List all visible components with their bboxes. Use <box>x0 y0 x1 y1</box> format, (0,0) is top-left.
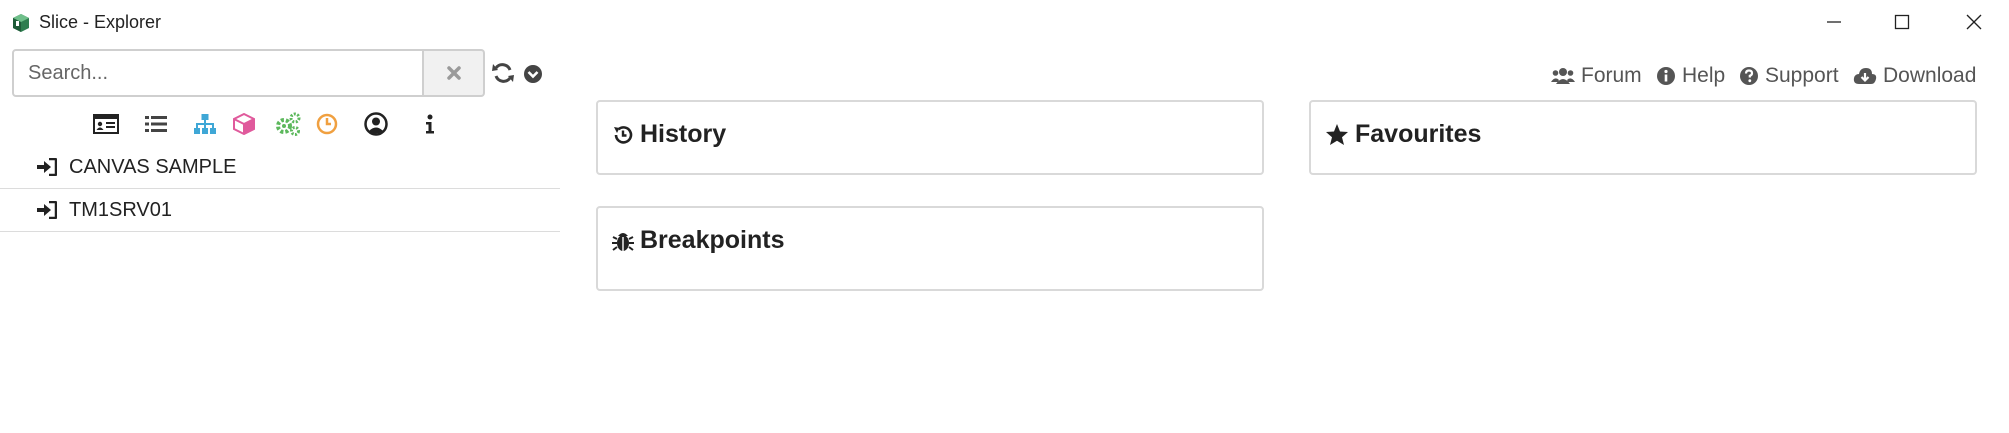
favourites-panel: Favourites <box>1309 100 1977 175</box>
cloud-download-icon <box>1853 68 1877 84</box>
info-icon[interactable] <box>424 111 436 137</box>
history-icon <box>614 125 633 144</box>
window-title: Slice - Explorer <box>39 12 162 32</box>
sitemap-icon[interactable] <box>193 111 217 137</box>
info-circle-icon <box>1657 67 1675 85</box>
clear-x-icon <box>446 66 461 80</box>
list-icon[interactable] <box>144 111 168 137</box>
close-icon <box>1966 14 1982 30</box>
favourites-header: Favourites <box>1325 120 1481 149</box>
id-card-icon[interactable] <box>93 111 119 137</box>
cube-icon[interactable] <box>233 111 255 137</box>
refresh-icon[interactable] <box>492 62 514 84</box>
list-item-label: TM1SRV01 <box>69 199 173 221</box>
cogs-icon[interactable] <box>275 111 301 137</box>
list-item-tm1srv01[interactable]: TM1SRV01 <box>0 189 560 232</box>
chevron-down-circle-icon[interactable] <box>523 64 543 84</box>
search-clear-button[interactable] <box>424 49 485 97</box>
forum-label: Forum <box>1581 64 1642 87</box>
maximize-button[interactable] <box>1872 0 1932 44</box>
help-label: Help <box>1682 64 1726 87</box>
title-bar: Slice - Explorer <box>0 0 2009 44</box>
history-header: History <box>612 120 726 149</box>
download-label: Download <box>1883 64 1977 87</box>
list-item-label: CANVAS SAMPLE <box>69 156 237 178</box>
minimize-icon <box>1827 21 1841 23</box>
breakpoints-title: Breakpoints <box>640 226 785 254</box>
sign-in-icon <box>37 158 57 176</box>
download-link[interactable]: Download <box>1853 62 1976 90</box>
user-circle-icon[interactable] <box>364 111 388 137</box>
server-list: CANVAS SAMPLE TM1SRV01 <box>0 146 560 232</box>
breakpoints-panel: Breakpoints <box>596 206 1264 291</box>
help-link[interactable]: Help <box>1656 62 1725 90</box>
close-button[interactable] <box>1944 0 2004 44</box>
forum-link[interactable]: Forum <box>1551 62 1642 90</box>
users-icon <box>1551 68 1575 84</box>
list-item-canvas-sample[interactable]: CANVAS SAMPLE <box>0 146 560 189</box>
favourites-title: Favourites <box>1355 120 1482 148</box>
search-input[interactable] <box>12 49 424 97</box>
search-group <box>12 49 485 97</box>
history-title: History <box>640 120 727 148</box>
sign-in-icon <box>37 201 57 219</box>
support-link[interactable]: Support <box>1739 62 1839 90</box>
history-panel: History <box>596 100 1264 175</box>
maximize-icon <box>1894 14 1910 30</box>
breakpoints-header: Breakpoints <box>612 226 784 255</box>
support-label: Support <box>1765 64 1839 87</box>
star-icon <box>1326 124 1348 145</box>
question-circle-icon <box>1740 67 1758 85</box>
app-logo-icon <box>13 14 29 32</box>
clock-icon[interactable] <box>316 111 338 137</box>
bug-icon <box>612 232 634 251</box>
minimize-button[interactable] <box>1804 0 1864 44</box>
